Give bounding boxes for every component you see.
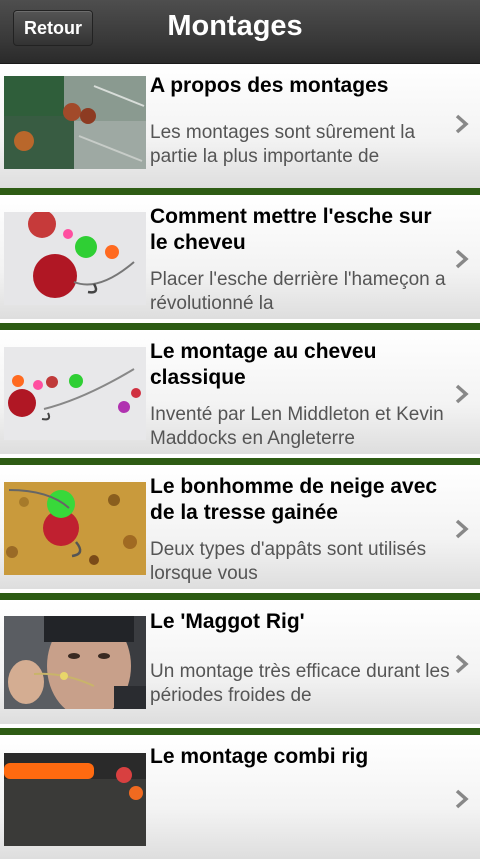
item-title: Le montage au cheveu classique <box>150 340 377 389</box>
item-title: Le 'Maggot Rig' <box>150 610 305 633</box>
item-thumbnail <box>4 347 146 440</box>
chevron-right-icon <box>455 384 469 404</box>
app-header: Retour Montages <box>0 0 480 64</box>
item-title: A propos des montages <box>150 74 389 97</box>
page-title: Montages <box>167 10 303 42</box>
separator <box>0 458 480 465</box>
separator <box>0 323 480 330</box>
list-item[interactable]: Le montage au cheveu classique Inventé p… <box>0 330 480 454</box>
list-item[interactable]: Le bonhomme de neige avec de la tresse g… <box>0 465 480 589</box>
list-item[interactable]: Le montage combi rig <box>0 735 480 859</box>
item-description: Un montage très efficace durant les péri… <box>150 661 450 706</box>
separator <box>0 188 480 195</box>
chevron-right-icon <box>455 789 469 809</box>
chevron-right-icon <box>455 654 469 674</box>
list-item[interactable]: Comment mettre l'esche sur le cheveu Pla… <box>0 195 480 319</box>
list-item[interactable]: A propos des montages Les montages sont … <box>0 64 480 188</box>
separator <box>0 728 480 735</box>
list-item[interactable]: Le 'Maggot Rig' Un montage très efficace… <box>0 600 480 724</box>
chevron-right-icon <box>455 249 469 269</box>
item-description: Deux types d'appâts sont utilisés lorsqu… <box>150 539 427 584</box>
item-thumbnail <box>4 212 146 305</box>
item-title: Comment mettre l'esche sur le cheveu <box>150 205 432 254</box>
item-thumbnail <box>4 482 146 575</box>
item-description: Les montages sont sûrement la partie la … <box>150 122 416 167</box>
separator <box>0 593 480 600</box>
chevron-right-icon <box>455 114 469 134</box>
item-thumbnail <box>4 76 146 169</box>
item-description: Placer l'esche derrière l'hameçon a révo… <box>150 269 446 314</box>
item-title: Le montage combi rig <box>150 745 369 768</box>
item-description: Inventé par Len Middleton et Kevin Maddo… <box>150 404 444 449</box>
item-title: Le bonhomme de neige avec de la tresse g… <box>150 475 438 524</box>
item-thumbnail <box>4 616 146 709</box>
chevron-right-icon <box>455 519 469 539</box>
